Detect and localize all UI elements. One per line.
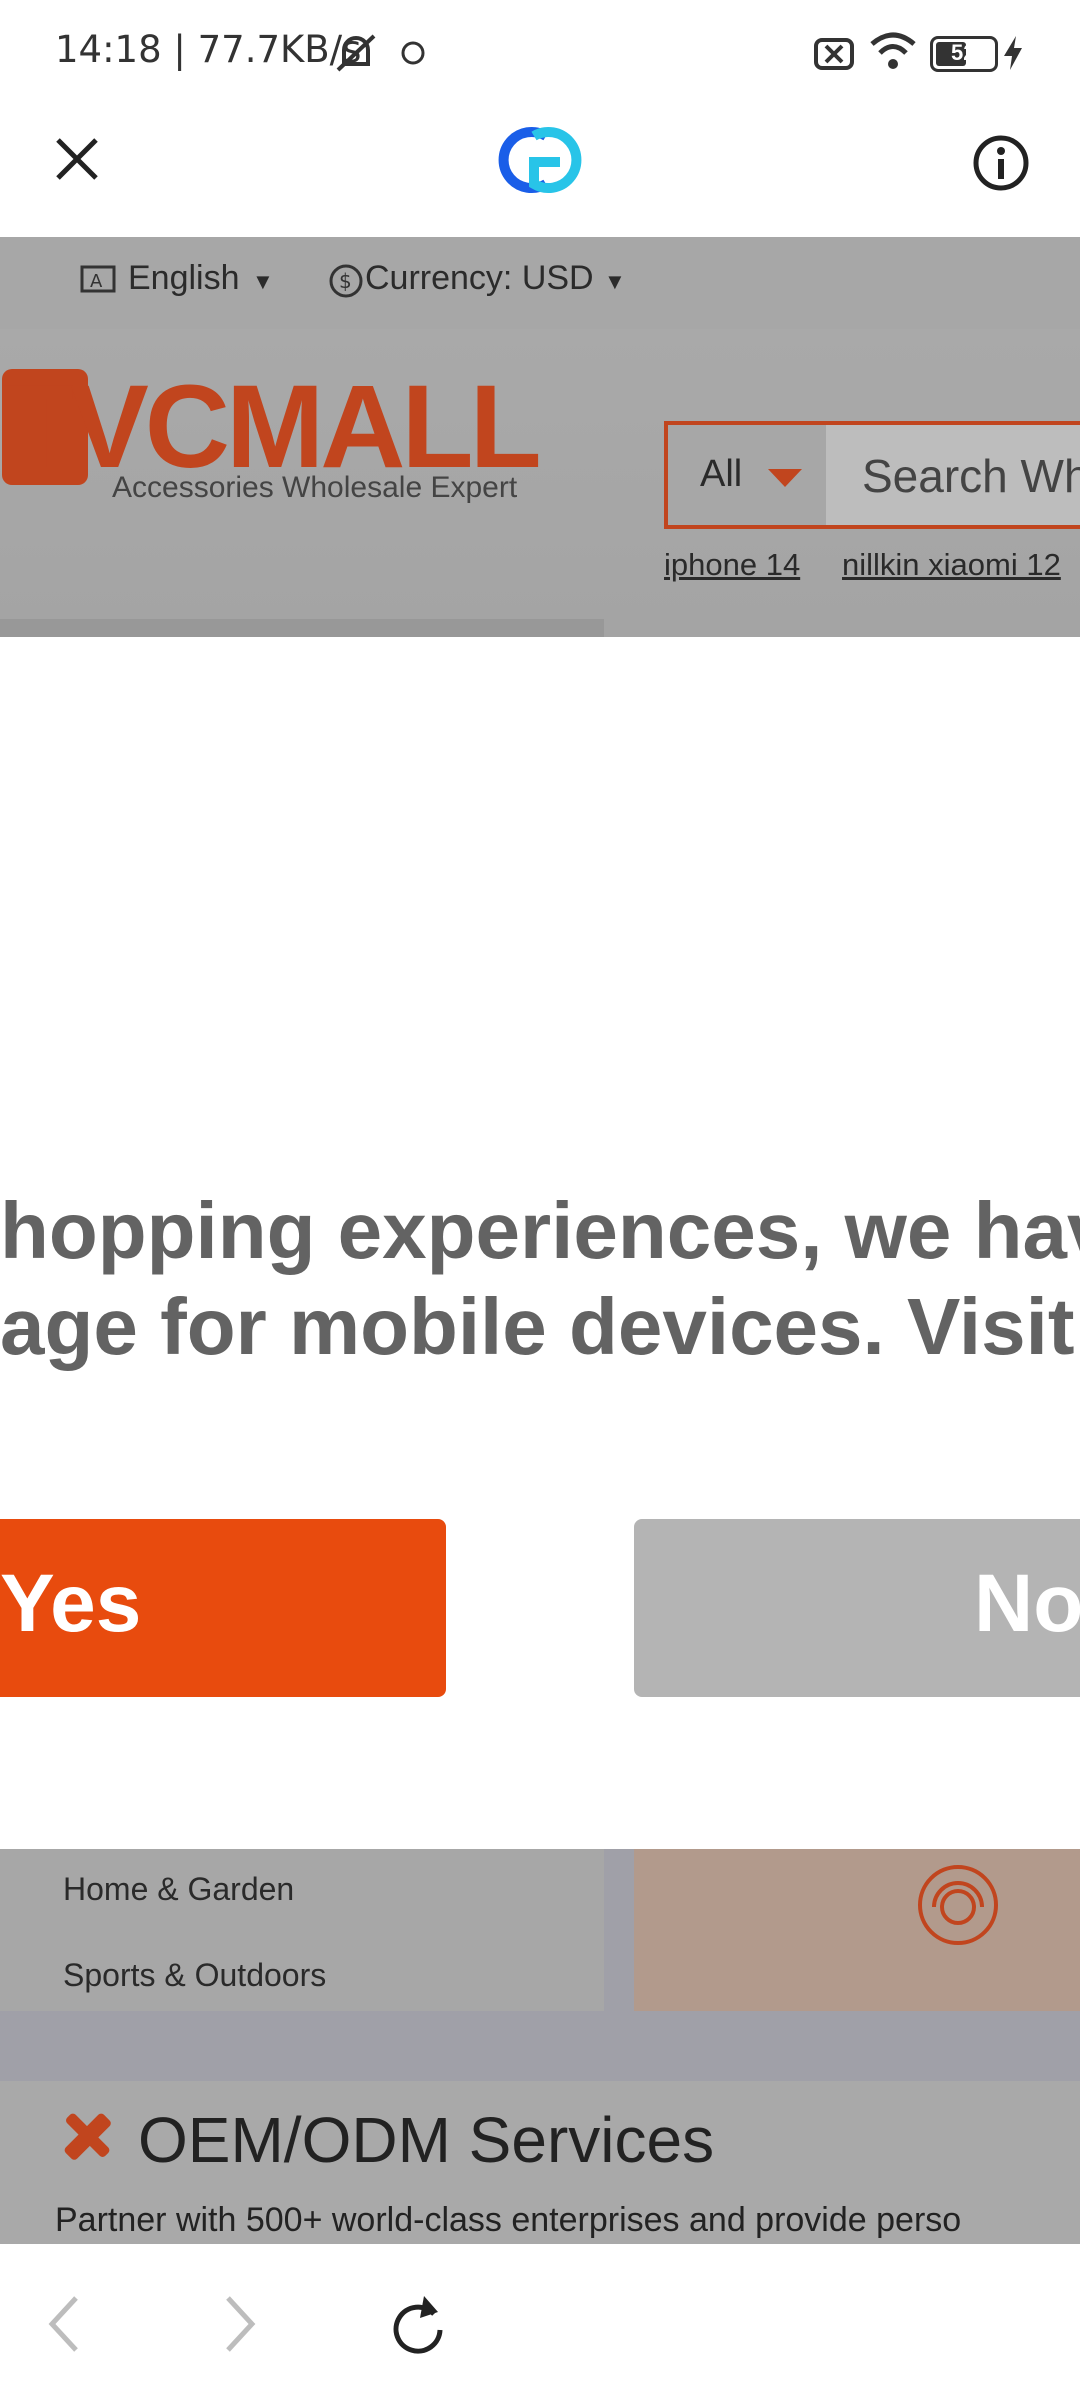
- browser-header: [0, 100, 1080, 237]
- info-icon[interactable]: [972, 134, 1030, 192]
- modal-message-line1: hopping experiences, we have: [0, 1186, 1080, 1275]
- page-lower-section: Home & Garden Sports & Outdoors OEM/ODM …: [0, 1849, 1080, 2244]
- wifi-icon: [870, 32, 916, 69]
- search-input[interactable]: Search Wh: [862, 449, 1080, 503]
- logo-tagline: Accessories Wholesale Expert: [112, 471, 518, 504]
- chevron-down-icon: ▼: [252, 269, 274, 294]
- oem-title: OEM/ODM Services: [138, 2104, 715, 2176]
- status-time-speed: 14:18 | 77.7KB/s: [55, 28, 362, 71]
- promo-banner[interactable]: [634, 1849, 1080, 2011]
- close-icon[interactable]: [54, 136, 100, 182]
- svg-text:$: $: [339, 269, 352, 293]
- sim-off-icon: [814, 38, 854, 70]
- mute-bell-icon: [336, 34, 376, 72]
- back-icon[interactable]: [44, 2294, 84, 2354]
- no-button[interactable]: No: [634, 1519, 1080, 1697]
- sync-icon: [401, 41, 425, 65]
- search-category-select[interactable]: All: [668, 425, 826, 525]
- language-currency-bar: A English ▼ $ Currency: USD ▼: [0, 237, 1080, 329]
- currency-selector[interactable]: Currency: USD: [365, 259, 594, 298]
- charging-icon: [1004, 36, 1022, 70]
- svg-text:A: A: [90, 271, 103, 292]
- modal-message-line2: age for mobile devices. Visit th: [0, 1282, 1080, 1371]
- category-menu: Home & Garden Sports & Outdoors: [0, 1849, 604, 2011]
- customer-service-icon[interactable]: [916, 1863, 1000, 1947]
- battery-level: 52: [951, 40, 976, 65]
- yes-button-label: Yes: [0, 1558, 142, 1649]
- language-selector[interactable]: English: [128, 259, 240, 298]
- currency-icon: $: [329, 264, 363, 298]
- search-category-label: All: [700, 453, 743, 495]
- yes-button[interactable]: Yes: [0, 1519, 446, 1697]
- chevron-down-icon: [768, 469, 802, 487]
- battery-icon: 52: [930, 36, 998, 72]
- web-page: A English ▼ $ Currency: USD ▼ TVCMALL Ac…: [0, 237, 1080, 2244]
- search-box[interactable]: All Search Wh: [664, 421, 1080, 529]
- browser-bottom-nav: [0, 2244, 1080, 2400]
- header-divider: [0, 619, 604, 637]
- tools-icon: [64, 2113, 111, 2160]
- suggestion-link[interactable]: nillkin xiaomi 12: [842, 547, 1061, 583]
- suggestion-link[interactable]: iphone 14: [664, 547, 800, 583]
- app-logo-icon: [498, 127, 582, 193]
- reload-icon[interactable]: [388, 2290, 448, 2356]
- status-bar: 14:18 | 77.7KB/s 52: [0, 0, 1080, 100]
- site-logo[interactable]: TVCMALL Accessories Wholesale Expert: [0, 361, 560, 504]
- site-header: TVCMALL Accessories Wholesale Expert All…: [0, 329, 1080, 637]
- chevron-down-icon: ▼: [604, 269, 626, 294]
- oem-subtitle: Partner with 500+ world-class enterprise…: [55, 2201, 962, 2239]
- menu-item-home-garden[interactable]: Home & Garden: [63, 1871, 294, 1908]
- menu-item-sports-outdoors[interactable]: Sports & Outdoors: [63, 1957, 326, 1994]
- oem-section: OEM/ODM Services Partner with 500+ world…: [0, 2081, 1080, 2244]
- forward-icon[interactable]: [220, 2294, 260, 2354]
- no-button-label: No: [974, 1558, 1080, 1649]
- language-icon: A: [80, 265, 116, 293]
